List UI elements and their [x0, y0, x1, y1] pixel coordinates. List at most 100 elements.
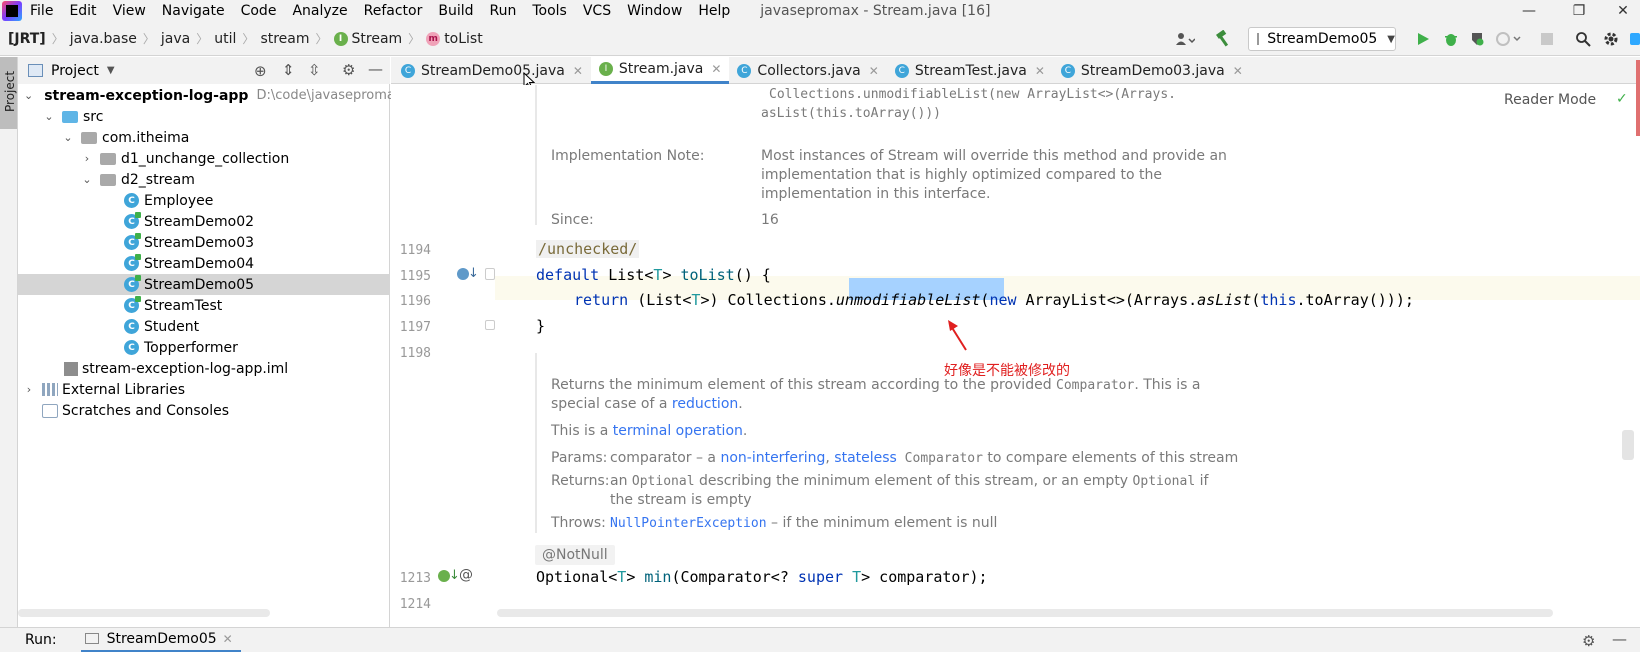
- close-icon[interactable]: ✕: [1233, 64, 1243, 78]
- user-icon[interactable]: [1172, 30, 1198, 48]
- profile-icon[interactable]: [1494, 30, 1524, 48]
- run-icon[interactable]: [1414, 30, 1432, 48]
- menu-edit[interactable]: Edit: [61, 0, 104, 22]
- project-view-selector[interactable]: Project ▼: [28, 63, 115, 79]
- doc-link-stateless[interactable]: stateless: [834, 450, 897, 466]
- class-icon: C: [124, 319, 139, 334]
- code-line-1213[interactable]: Optional<T> min(Comparator<? super T> co…: [536, 568, 988, 586]
- coverage-icon[interactable]: [1468, 30, 1486, 48]
- menu-navigate[interactable]: Navigate: [154, 0, 233, 22]
- tab-stream-java[interactable]: I Stream.java ✕: [590, 57, 730, 84]
- menu-refactor[interactable]: Refactor: [356, 0, 431, 22]
- menu-window[interactable]: Window: [619, 0, 690, 22]
- close-icon[interactable]: ✕: [869, 64, 879, 78]
- menu-help[interactable]: Help: [690, 0, 738, 22]
- code-line-1194[interactable]: /unchecked/: [536, 240, 640, 258]
- tree-item-d2-stream[interactable]: ⌄ d2_stream: [18, 169, 390, 190]
- expand-all-icon[interactable]: ⇕: [282, 61, 295, 79]
- chevron-right-icon[interactable]: ›: [80, 152, 94, 165]
- code-line-1195[interactable]: default List<T> toList() {: [536, 266, 771, 284]
- breadcrumb-stream-interface[interactable]: I Stream: [330, 31, 407, 47]
- intellij-logo-icon[interactable]: [2, 1, 22, 21]
- build-hammer-icon[interactable]: [1215, 30, 1233, 48]
- tree-item-iml-file[interactable]: stream-exception-log-app.iml: [18, 358, 390, 379]
- doc-link-terminal-operation[interactable]: terminal operation: [613, 423, 743, 439]
- debug-icon[interactable]: [1442, 30, 1460, 48]
- reader-mode-button[interactable]: Reader Mode: [1504, 92, 1596, 108]
- tree-item-streamdemo02[interactable]: C StreamDemo02: [18, 211, 390, 232]
- close-icon[interactable]: ✕: [1035, 64, 1045, 78]
- breadcrumb-java[interactable]: java: [157, 31, 194, 47]
- restore-button[interactable]: ❐: [1556, 0, 1602, 22]
- tree-item-streamdemo04[interactable]: C StreamDemo04: [18, 253, 390, 274]
- doc-link-non-interfering[interactable]: non-interfering: [720, 450, 825, 466]
- menu-vcs[interactable]: VCS: [575, 0, 619, 22]
- code-line-1197[interactable]: }: [536, 317, 545, 335]
- notnull-annotation-badge[interactable]: @NotNull: [535, 545, 615, 565]
- chevron-right-icon[interactable]: ›: [22, 383, 36, 396]
- tree-item-d1-unchange-collection[interactable]: › d1_unchange_collection: [18, 148, 390, 169]
- tab-collectors-java[interactable]: C Collectors.java ✕: [729, 57, 886, 84]
- tree-item-streamtest[interactable]: C StreamTest: [18, 295, 390, 316]
- tree-item-student[interactable]: C Student: [18, 316, 390, 337]
- tree-item-com-itheima[interactable]: ⌄ com.itheima: [18, 127, 390, 148]
- fold-icon[interactable]: [485, 320, 495, 330]
- close-icon[interactable]: ✕: [711, 62, 721, 76]
- tree-item-project-root[interactable]: ⌄ stream-exception-log-app D:\code\javas…: [18, 85, 407, 106]
- tree-item-topperformer[interactable]: C Topperformer: [18, 337, 390, 358]
- menu-view[interactable]: View: [105, 0, 154, 22]
- doc-link-nullpointerexception[interactable]: NullPointerException: [610, 516, 767, 531]
- run-configuration-select[interactable]: StreamDemo05 ▼: [1248, 27, 1396, 51]
- collapse-all-icon[interactable]: ⇳: [308, 61, 321, 79]
- gear-icon[interactable]: ⚙: [1582, 632, 1595, 650]
- tab-streamdemo03-java[interactable]: C StreamDemo03.java ✕: [1053, 57, 1251, 84]
- stop-icon[interactable]: [1538, 30, 1556, 48]
- tab-streamtest-java[interactable]: C StreamTest.java ✕: [887, 57, 1053, 84]
- chevron-down-icon[interactable]: ⌄: [42, 110, 56, 123]
- checkmark-icon[interactable]: ✓: [1616, 91, 1628, 107]
- vertical-scrollbar-thumb[interactable]: [1622, 430, 1634, 460]
- tab-streamdemo05[interactable]: C StreamDemo05.java ✕: [391, 57, 591, 84]
- tree-item-src[interactable]: ⌄ src: [18, 106, 390, 127]
- method-icon: m: [426, 31, 441, 46]
- chevron-down-icon[interactable]: ⌄: [61, 131, 75, 144]
- horizontal-scrollbar[interactable]: [497, 609, 1553, 617]
- chevron-down-icon[interactable]: ⌄: [80, 173, 94, 186]
- breadcrumb-util[interactable]: util: [210, 31, 240, 47]
- search-icon[interactable]: [1574, 30, 1592, 48]
- close-icon[interactable]: ✕: [573, 64, 583, 78]
- locate-target-icon[interactable]: ⊕: [254, 62, 267, 80]
- menu-run[interactable]: Run: [482, 0, 525, 22]
- chevron-down-icon[interactable]: ⌄: [24, 89, 33, 102]
- close-icon[interactable]: ✕: [223, 632, 233, 646]
- close-window-button[interactable]: ✕: [1600, 0, 1640, 22]
- settings-gear-icon[interactable]: [1602, 30, 1620, 48]
- menu-tools[interactable]: Tools: [524, 0, 575, 22]
- plugin-icon[interactable]: [1628, 30, 1640, 48]
- tree-item-scratches[interactable]: Scratches and Consoles: [18, 400, 390, 421]
- minimize-button[interactable]: —: [1506, 0, 1552, 22]
- code-line-1196[interactable]: return (List<T>) Collections.unmodifiabl…: [574, 291, 1414, 309]
- tree-item-employee[interactable]: C Employee: [18, 190, 390, 211]
- menu-build[interactable]: Build: [430, 0, 481, 22]
- run-tab-streamdemo05[interactable]: StreamDemo05 ✕: [80, 628, 241, 652]
- project-tool-window-button[interactable]: Project: [0, 57, 17, 129]
- hide-panel-icon[interactable]: —: [1612, 630, 1627, 648]
- code-token: min: [644, 568, 672, 586]
- tree-item-external-libraries[interactable]: › External Libraries: [18, 379, 390, 400]
- fold-icon[interactable]: [485, 268, 495, 280]
- doc-link-reduction[interactable]: reduction: [672, 396, 738, 412]
- breadcrumb-jrt[interactable]: [JRT]: [4, 31, 50, 47]
- gear-icon[interactable]: ⚙: [342, 61, 355, 79]
- hide-panel-icon[interactable]: —: [368, 60, 383, 78]
- menu-code[interactable]: Code: [233, 0, 285, 22]
- tree-item-streamdemo03[interactable]: C StreamDemo03: [18, 232, 390, 253]
- breadcrumb-stream-package[interactable]: stream: [256, 31, 313, 47]
- breadcrumb-java-base[interactable]: java.base: [66, 31, 141, 47]
- menu-file[interactable]: File: [22, 0, 61, 22]
- menu-analyze[interactable]: Analyze: [284, 0, 355, 22]
- project-horizontal-scrollbar[interactable]: [18, 609, 270, 617]
- tree-item-streamdemo05[interactable]: C StreamDemo05: [18, 274, 390, 295]
- breadcrumb-tolist-method[interactable]: m toList: [422, 31, 487, 47]
- annotation-at-icon[interactable]: @: [459, 567, 473, 583]
